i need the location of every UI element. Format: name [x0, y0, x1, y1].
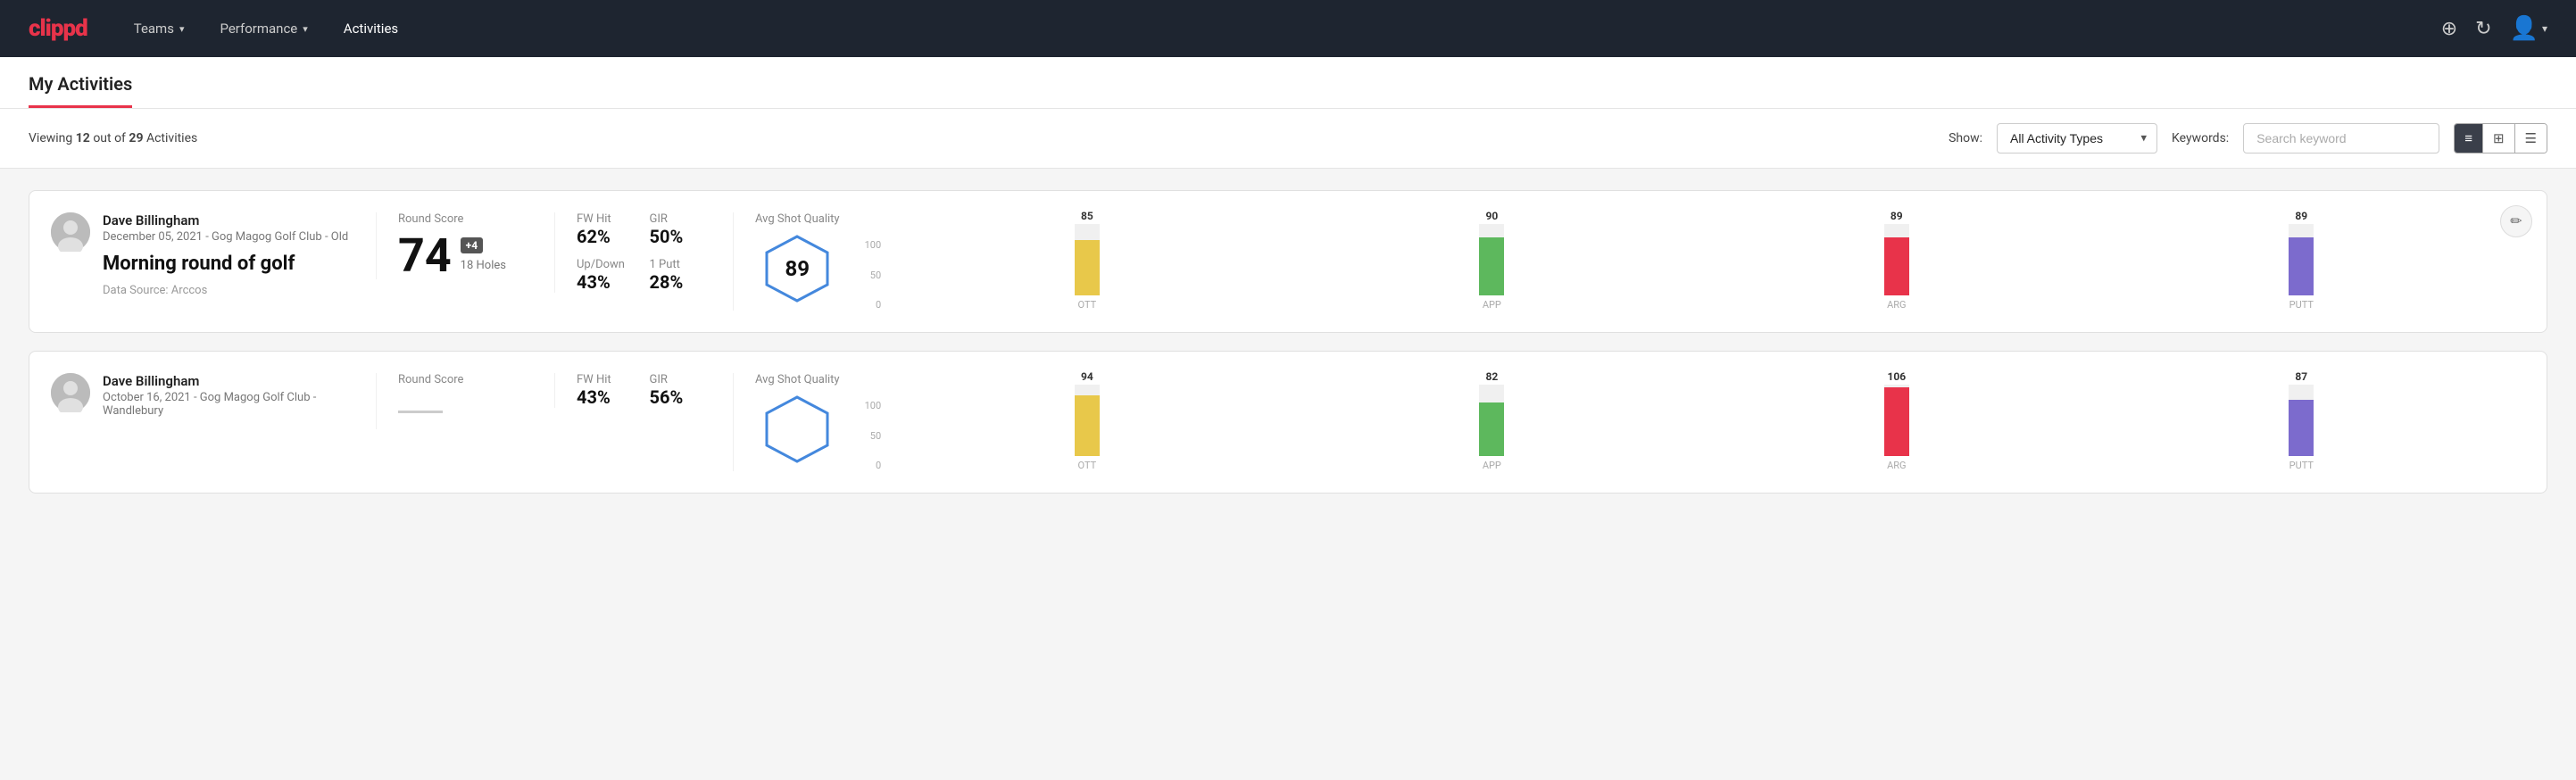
- avatar: [51, 373, 90, 412]
- page-title: My Activities: [29, 57, 132, 108]
- bar-chart-container: 10050094OTT82APP106ARG87PUTT: [865, 373, 2504, 471]
- hex-score: 89: [785, 256, 810, 281]
- sub-header: My Activities: [0, 57, 2576, 109]
- dense-list-view-button[interactable]: ≡: [2455, 124, 2483, 153]
- round-score-group: Round Score: [376, 373, 554, 429]
- activity-title: Morning round of golf: [103, 253, 354, 275]
- bar-chart-container: 10050085OTT90APP89ARG89PUTT: [865, 212, 2504, 311]
- nav-right: ⊕ ↻ 👤 ▾: [2441, 15, 2547, 42]
- oneputt-item: 1 Putt 28%: [650, 258, 712, 293]
- updown-value: 43%: [577, 271, 639, 293]
- round-score-label: Round Score: [398, 212, 533, 226]
- refresh-button[interactable]: ↻: [2475, 17, 2491, 40]
- user-meta: October 16, 2021 - Gog Magog Golf Club -…: [103, 391, 354, 418]
- user-info: Dave Billingham December 05, 2021 - Gog …: [51, 212, 354, 297]
- avg-shot-quality-label: Avg Shot Quality: [755, 212, 840, 226]
- updown-label: Up/Down: [577, 258, 639, 271]
- hexagon: [761, 394, 833, 465]
- gir-item: GIR 50%: [650, 212, 712, 247]
- performance-chevron-icon: ▾: [303, 23, 308, 35]
- oneputt-value: 28%: [650, 271, 712, 293]
- avg-shot-quality-label: Avg Shot Quality: [755, 373, 840, 386]
- card-top: Dave Billingham December 05, 2021 - Gog …: [51, 212, 2525, 311]
- fwgir-grid: FW Hit 43% GIR 56%: [577, 373, 711, 408]
- keywords-label: Keywords:: [2172, 131, 2229, 145]
- user-details: Dave Billingham October 16, 2021 - Gog M…: [103, 373, 354, 418]
- keyword-input[interactable]: [2243, 123, 2439, 154]
- profile-icon: 👤: [2510, 15, 2539, 42]
- nav-teams[interactable]: Teams ▾: [130, 0, 188, 57]
- user-name: Dave Billingham: [103, 373, 354, 389]
- gir-value: 50%: [650, 226, 712, 247]
- gir-label: GIR: [650, 212, 712, 226]
- activity-type-select[interactable]: All Activity Types Round Practice: [1997, 123, 2157, 154]
- data-source: Data Source: Arccos: [103, 284, 354, 297]
- round-score-label: Round Score: [398, 373, 533, 386]
- round-score-group: Round Score 74 +4 18 Holes: [376, 212, 554, 279]
- fw-hit-value: 43%: [577, 386, 639, 408]
- gir-value: 56%: [650, 386, 712, 408]
- teams-chevron-icon: ▾: [179, 23, 185, 35]
- nav: clippd Teams ▾ Performance ▾ Activities …: [0, 0, 2576, 57]
- gir-label: GIR: [650, 373, 712, 386]
- list-icon: ☰: [2525, 130, 2537, 146]
- fw-hit-value: 62%: [577, 226, 639, 247]
- nav-performance[interactable]: Performance ▾: [216, 0, 311, 57]
- filter-controls: Show: All Activity Types Round Practice …: [1949, 123, 2547, 154]
- holes-label: 18 Holes: [461, 259, 506, 272]
- fw-hit-label: FW Hit: [577, 212, 639, 226]
- activity-card: ✏ Dave Billingham December 05, 2021 - Go…: [29, 190, 2547, 333]
- activity-card: Dave Billingham October 16, 2021 - Gog M…: [29, 351, 2547, 494]
- user-info: Dave Billingham October 16, 2021 - Gog M…: [51, 373, 354, 418]
- hexagon-container: Avg Shot Quality: [755, 373, 840, 465]
- nav-activities[interactable]: Activities: [340, 0, 402, 57]
- card-stats: Round Score FW Hit 43% GIR 56%: [376, 373, 2525, 471]
- hexagon: 89: [761, 233, 833, 304]
- activity-type-select-wrapper[interactable]: All Activity Types Round Practice: [1997, 123, 2157, 154]
- shot-quality-group: Avg Shot Quality 10050094OTT82APP106ARG8…: [733, 373, 2525, 471]
- hexagon-container: Avg Shot Quality 89: [755, 212, 840, 304]
- avatar: [51, 212, 90, 252]
- user-name: Dave Billingham: [103, 212, 354, 228]
- show-label: Show:: [1949, 131, 1982, 145]
- card-stats: Round Score 74 +4 18 Holes FW Hit: [376, 212, 2525, 311]
- grid-view-button[interactable]: ⊞: [2483, 124, 2515, 153]
- list-view-button[interactable]: ☰: [2515, 124, 2547, 153]
- logo: clippd: [29, 15, 87, 42]
- profile-menu[interactable]: 👤 ▾: [2510, 15, 2547, 42]
- edit-button[interactable]: ✏: [2500, 205, 2532, 237]
- main-content: ✏ Dave Billingham December 05, 2021 - Go…: [0, 169, 2576, 533]
- fw-hit-label: FW Hit: [577, 373, 639, 386]
- grid-icon: ⊞: [2493, 130, 2505, 146]
- fw-hit-item: FW Hit 62%: [577, 212, 639, 247]
- fwgir-grid: FW Hit 62% GIR 50% Up/Down 43% 1 Putt: [577, 212, 711, 293]
- shot-quality-group: Avg Shot Quality 89 10050085OTT90APP89AR…: [733, 212, 2525, 311]
- score-badge: +4: [461, 237, 483, 253]
- dense-list-icon: ≡: [2464, 131, 2472, 146]
- updown-item: Up/Down 43%: [577, 258, 639, 293]
- gir-item: GIR 56%: [650, 373, 712, 408]
- round-score-value: 74: [398, 233, 452, 279]
- fw-hit-item: FW Hit 43%: [577, 373, 639, 408]
- oneputt-label: 1 Putt: [650, 258, 712, 271]
- view-toggle: ≡ ⊞ ☰: [2454, 123, 2547, 154]
- profile-chevron-icon: ▾: [2542, 22, 2547, 35]
- fw-gir-group: FW Hit 43% GIR 56%: [554, 373, 733, 408]
- viewing-count: Viewing 12 out of 29 Activities: [29, 131, 1934, 145]
- user-meta: December 05, 2021 - Gog Magog Golf Club …: [103, 230, 354, 244]
- fw-gir-group: FW Hit 62% GIR 50% Up/Down 43% 1 Putt: [554, 212, 733, 293]
- user-details: Dave Billingham December 05, 2021 - Gog …: [103, 212, 354, 297]
- card-top: Dave Billingham October 16, 2021 - Gog M…: [51, 373, 2525, 471]
- add-button[interactable]: ⊕: [2441, 17, 2457, 40]
- filter-bar: Viewing 12 out of 29 Activities Show: Al…: [0, 109, 2576, 169]
- round-score-row: 74 +4 18 Holes: [398, 233, 533, 279]
